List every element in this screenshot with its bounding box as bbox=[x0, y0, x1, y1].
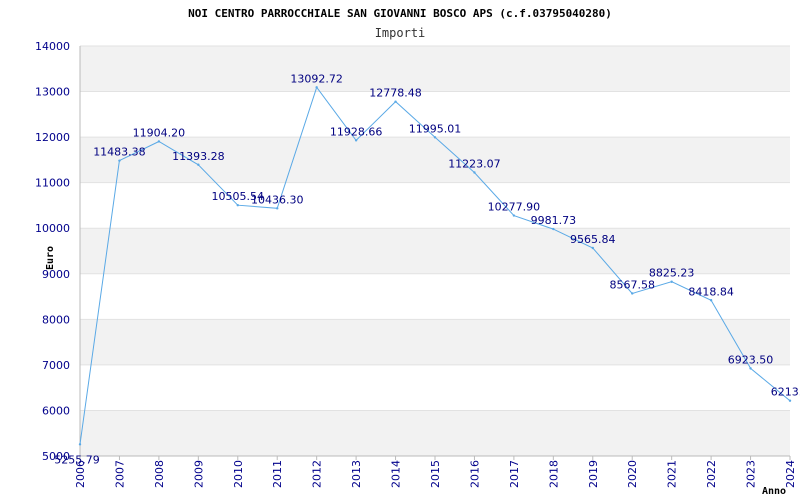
data-label: 5255.79 bbox=[54, 453, 100, 466]
data-point bbox=[788, 399, 792, 402]
grid-band bbox=[80, 410, 790, 456]
data-label: 6213.4 bbox=[771, 386, 800, 399]
y-tick-label: 13000 bbox=[35, 86, 70, 99]
x-tick-label: 2022 bbox=[705, 460, 718, 488]
data-label: 13092.72 bbox=[290, 72, 343, 85]
data-point bbox=[118, 159, 121, 162]
data-point bbox=[670, 280, 673, 283]
data-point bbox=[631, 292, 634, 295]
data-point bbox=[276, 207, 279, 210]
data-point bbox=[709, 299, 713, 302]
chart-title: NOI CENTRO PARROCCHIALE SAN GIOVANNI BOS… bbox=[188, 7, 612, 20]
data-label: 11904.20 bbox=[133, 126, 186, 139]
x-tick-label: 2023 bbox=[745, 460, 758, 488]
data-label: 11995.01 bbox=[409, 122, 462, 135]
data-point bbox=[157, 140, 161, 143]
data-label: 9981.73 bbox=[531, 214, 577, 227]
data-point bbox=[433, 136, 437, 139]
x-tick-label: 2020 bbox=[626, 460, 639, 488]
data-point bbox=[315, 86, 318, 89]
x-axis-label: Anno bbox=[762, 486, 786, 497]
x-tick-label: 2021 bbox=[666, 460, 679, 488]
data-point bbox=[552, 227, 555, 231]
x-tick-label: 2017 bbox=[508, 460, 521, 488]
grid-bands bbox=[80, 46, 790, 456]
chart-subtitle: Importi bbox=[375, 26, 426, 40]
data-label: 11393.28 bbox=[172, 150, 225, 163]
data-point bbox=[591, 246, 594, 250]
data-point bbox=[394, 100, 397, 103]
y-tick-label: 8000 bbox=[42, 313, 70, 326]
data-label: 10277.90 bbox=[488, 201, 541, 214]
data-point bbox=[354, 139, 358, 142]
y-tick-label: 12000 bbox=[35, 131, 70, 144]
data-point bbox=[473, 171, 476, 174]
data-point bbox=[78, 443, 82, 446]
x-tick-label: 2016 bbox=[468, 460, 481, 488]
data-label: 11483.38 bbox=[93, 146, 146, 159]
data-label: 6923.50 bbox=[728, 353, 774, 366]
y-tick-label: 6000 bbox=[42, 404, 70, 417]
y-tick-label: 7000 bbox=[42, 359, 70, 372]
x-tick-label: 2018 bbox=[547, 460, 560, 488]
data-label: 9565.84 bbox=[570, 233, 616, 246]
y-axis-label: Euro bbox=[45, 246, 56, 270]
data-label: 10436.30 bbox=[251, 193, 304, 206]
x-tick-label: 2008 bbox=[153, 460, 166, 488]
x-axis-ticks: 2006 2007 2008 2009 2010 2011 2012 2013 2014 2015… bbox=[74, 456, 797, 488]
y-tick-label: 10000 bbox=[35, 222, 70, 235]
x-tick-label: 2007 bbox=[113, 460, 126, 488]
grid-band bbox=[80, 46, 790, 92]
data-label: 8567.58 bbox=[609, 278, 655, 291]
data-label: 11223.07 bbox=[448, 158, 501, 171]
data-point bbox=[512, 214, 516, 217]
y-tick-label: 11000 bbox=[35, 177, 70, 190]
x-tick-label: 2019 bbox=[587, 460, 600, 488]
y-tick-label: 14000 bbox=[35, 40, 70, 53]
x-tick-label: 2014 bbox=[390, 460, 403, 488]
data-point bbox=[197, 163, 200, 166]
data-point bbox=[236, 203, 239, 207]
data-label: 8825.23 bbox=[649, 267, 695, 280]
line-chart: NOI CENTRO PARROCCHIALE SAN GIOVANNI BOS… bbox=[35, 7, 800, 497]
x-tick-label: 2024 bbox=[784, 460, 797, 488]
x-tick-label: 2012 bbox=[311, 460, 324, 488]
data-point bbox=[749, 367, 752, 370]
data-label: 11928.66 bbox=[330, 125, 383, 138]
data-label: 8418.84 bbox=[688, 285, 734, 298]
x-tick-label: 2010 bbox=[232, 460, 245, 488]
x-tick-label: 2011 bbox=[271, 460, 284, 488]
data-label: 12778.48 bbox=[369, 87, 422, 100]
x-tick-label: 2015 bbox=[429, 460, 442, 488]
x-tick-label: 2009 bbox=[192, 460, 205, 488]
x-tick-label: 2013 bbox=[350, 460, 363, 488]
grid-band bbox=[80, 319, 790, 365]
